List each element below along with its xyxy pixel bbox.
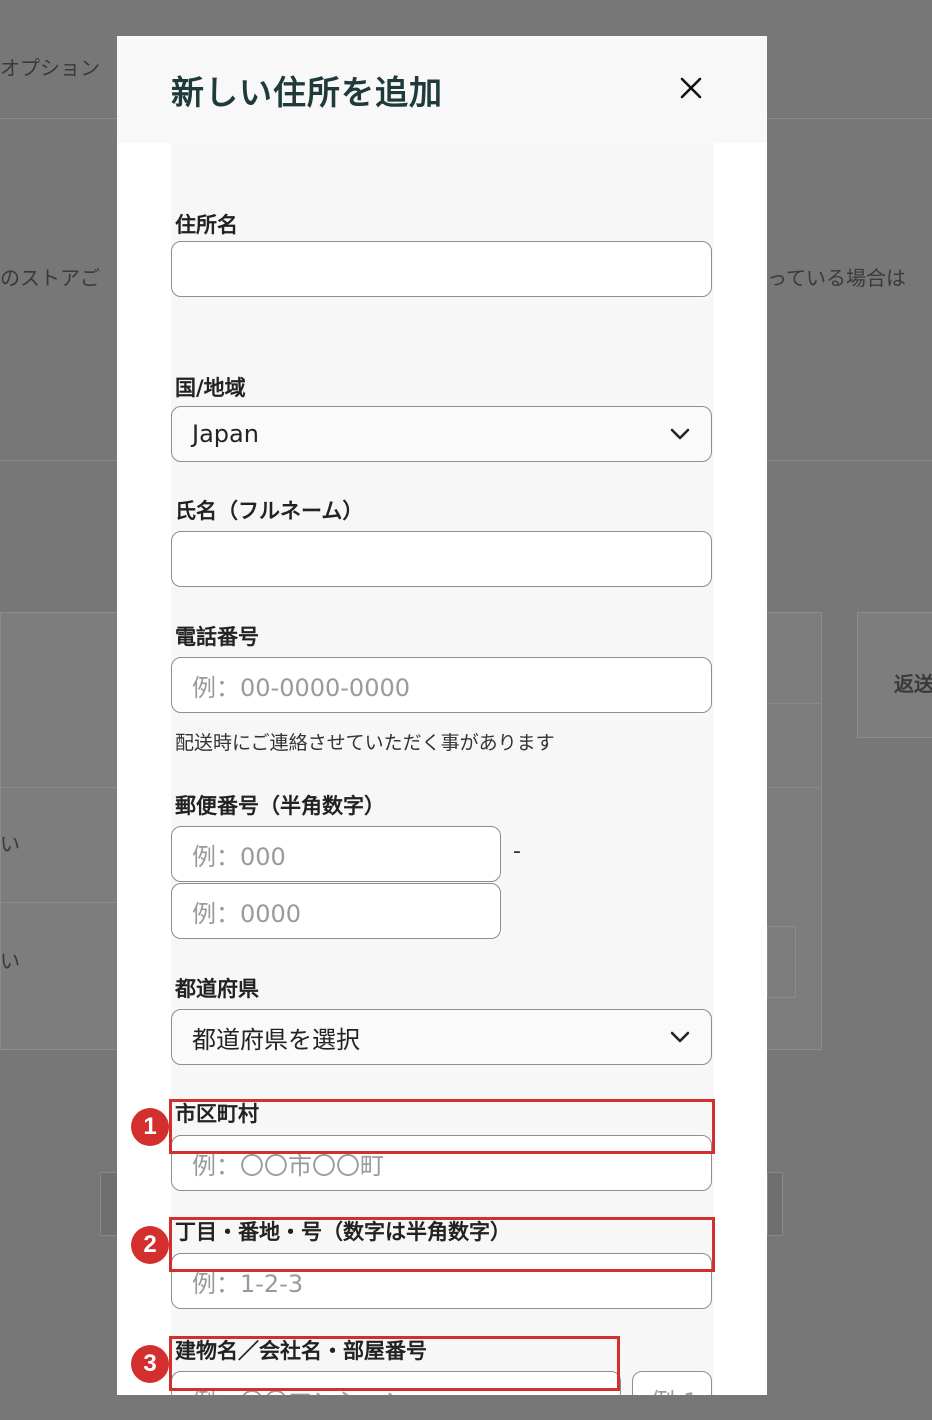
bg-divider <box>0 118 117 119</box>
bg-divider <box>767 460 932 461</box>
bg-divider <box>767 787 820 788</box>
close-icon <box>680 77 702 99</box>
highlight-city <box>169 1099 715 1154</box>
address-name-label: 住所名 <box>175 213 238 237</box>
close-button[interactable] <box>673 70 709 106</box>
postal-code-first-input[interactable]: 例：000 <box>171 826 501 882</box>
phone-placeholder: 例：00-0000-0000 <box>192 673 411 702</box>
bg-divider <box>0 902 117 903</box>
prefecture-select[interactable]: 都道府県を選択 <box>171 1009 712 1065</box>
room-number-input[interactable]: 例:1 <box>632 1371 712 1395</box>
bg-row-text: い <box>0 832 20 856</box>
annotation-badge-3: 3 <box>131 1345 169 1383</box>
bg-divider <box>767 118 932 119</box>
phone-label: 電話番号 <box>175 625 259 649</box>
bg-store-text-right: っている場合は <box>767 266 906 290</box>
full-name-input[interactable] <box>171 531 712 587</box>
modal-header: 新しい住所を追加 <box>117 36 767 143</box>
full-name-label: 氏名（フルネーム） <box>175 499 364 523</box>
modal-title: 新しい住所を追加 <box>171 73 443 112</box>
annotation-badge-2: 2 <box>131 1226 169 1264</box>
chevron-down-icon <box>670 428 690 440</box>
bg-button-right <box>767 1172 783 1236</box>
bg-store-text: のストアご <box>0 266 100 290</box>
bg-divider <box>0 787 117 788</box>
highlight-building <box>169 1336 620 1391</box>
bg-divider <box>767 703 820 704</box>
prefecture-value: 都道府県を選択 <box>192 1025 360 1054</box>
country-select[interactable]: Japan <box>171 406 712 462</box>
phone-hint: 配送時にご連絡させていただく事があります <box>175 732 555 754</box>
phone-input[interactable]: 例：00-0000-0000 <box>171 657 712 713</box>
address-name-input[interactable] <box>171 241 712 297</box>
country-value: Japan <box>192 420 259 448</box>
chevron-down-icon <box>670 1031 690 1043</box>
annotation-badge-1: 1 <box>131 1108 169 1146</box>
add-address-modal: 新しい住所を追加 住所名 国/地域 Japan 氏名（フルネーム） 電話番号 例… <box>117 36 767 1395</box>
postal-separator: - <box>513 839 521 864</box>
postal-label: 郵便番号（半角数字） <box>175 794 385 818</box>
bg-divider <box>0 460 117 461</box>
bg-return-text: 返送 <box>894 672 932 696</box>
highlight-street <box>169 1217 715 1272</box>
country-label: 国/地域 <box>175 376 246 400</box>
prefecture-label: 都道府県 <box>175 977 259 1001</box>
address-form: 住所名 国/地域 Japan 氏名（フルネーム） 電話番号 例：00-0000-… <box>171 143 714 1395</box>
bg-row-text: い <box>0 949 20 973</box>
bg-options-text: オプション <box>0 56 100 80</box>
bg-select <box>767 926 796 998</box>
postal-code-second-input[interactable]: 例：0000 <box>171 883 501 939</box>
